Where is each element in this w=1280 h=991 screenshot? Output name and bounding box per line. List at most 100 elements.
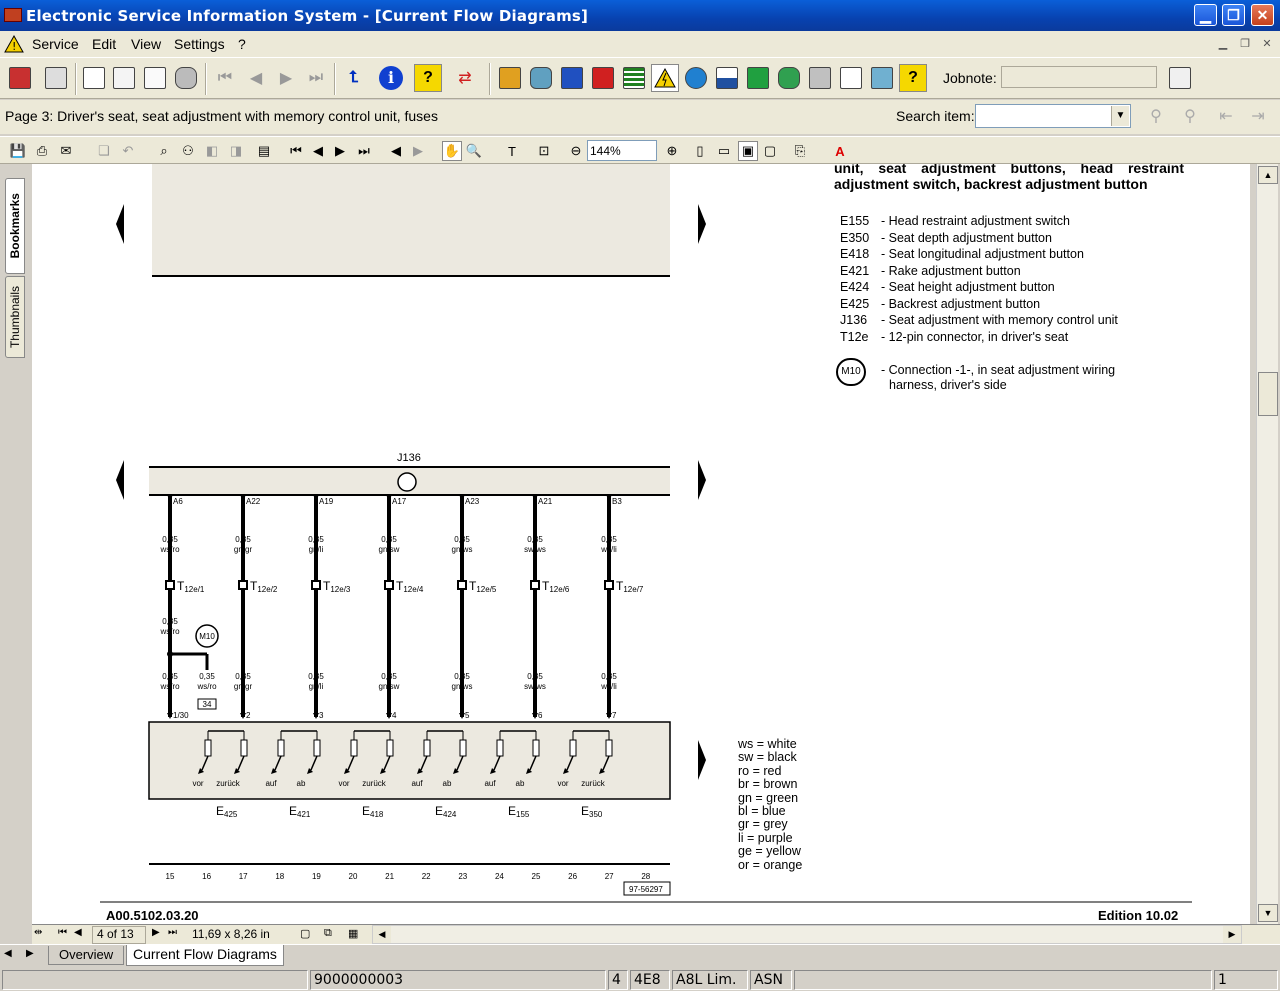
tab-overview[interactable]: Overview bbox=[48, 946, 125, 965]
zoom-out-icon[interactable]: ⊖ bbox=[566, 141, 586, 161]
checklist-icon[interactable] bbox=[837, 64, 865, 92]
maximize-button[interactable]: ❐ bbox=[1222, 4, 1245, 26]
scroll-down-icon[interactable]: ▼ bbox=[1258, 904, 1278, 922]
fit-visible-icon[interactable]: ▢ bbox=[760, 141, 780, 161]
facing-icon[interactable]: ▦ bbox=[348, 927, 358, 940]
mdi-minimize-icon[interactable]: ▁ bbox=[1214, 37, 1232, 51]
rotate-right-icon[interactable]: ◨ bbox=[226, 141, 246, 161]
search-prev-icon[interactable]: ⚲ bbox=[1142, 102, 1170, 130]
clipboard-icon[interactable] bbox=[1166, 64, 1194, 92]
adobe-icon[interactable]: A bbox=[830, 141, 850, 161]
find-icon[interactable]: ⌕ bbox=[154, 141, 174, 161]
diagram-next-arrow-icon[interactable] bbox=[698, 204, 706, 244]
continuous-icon[interactable]: ⧉ bbox=[324, 927, 332, 940]
pdf-last-page-icon[interactable]: ⏭ bbox=[354, 141, 374, 161]
print-icon[interactable] bbox=[42, 64, 70, 92]
print-small-icon[interactable]: ⎙ bbox=[32, 141, 52, 161]
vehicle-icon[interactable] bbox=[172, 64, 200, 92]
reflow-icon[interactable]: ⎘ bbox=[790, 141, 810, 161]
save-icon[interactable]: 💾 bbox=[8, 141, 28, 161]
tool-add-icon[interactable] bbox=[868, 64, 896, 92]
diagram-prev-arrow-2-icon[interactable] bbox=[116, 460, 124, 500]
collapse-icon[interactable]: ⇤ bbox=[1212, 102, 1240, 130]
expand-icon[interactable]: ⇥ bbox=[1244, 102, 1272, 130]
nav-prev-icon[interactable]: ◀ bbox=[74, 927, 82, 938]
menu-settings[interactable]: Settings bbox=[174, 36, 225, 52]
nav-last-icon[interactable]: ⏭ bbox=[168, 927, 177, 938]
scroll-up-icon[interactable]: ▲ bbox=[1258, 166, 1278, 184]
car-info-icon[interactable] bbox=[806, 64, 834, 92]
text-select-icon[interactable]: T bbox=[502, 141, 522, 161]
documents-icon[interactable] bbox=[110, 64, 138, 92]
menu-view[interactable]: View bbox=[131, 36, 161, 52]
binoculars-icon[interactable]: ⚇ bbox=[178, 141, 198, 161]
switch-icon[interactable]: ⇄ bbox=[451, 64, 479, 92]
list-document-icon[interactable] bbox=[141, 64, 169, 92]
current-flow-icon[interactable] bbox=[651, 64, 679, 92]
zoom-tool-icon[interactable]: 🔍 bbox=[464, 141, 484, 161]
mdi-restore-icon[interactable]: ❐ bbox=[1236, 37, 1254, 51]
mdi-close-icon[interactable]: ✕ bbox=[1258, 37, 1276, 51]
body-icon[interactable] bbox=[713, 64, 741, 92]
scroll-right-icon[interactable]: ▶ bbox=[1223, 926, 1241, 943]
page-indicator[interactable]: 4 of 13 bbox=[92, 926, 146, 944]
bookmarks-tab[interactable]: Bookmarks bbox=[5, 178, 25, 274]
nav-next-icon[interactable]: ▶ bbox=[152, 927, 160, 938]
email-icon[interactable]: ✉ bbox=[56, 141, 76, 161]
diagram-prev-arrow-icon[interactable] bbox=[116, 204, 124, 244]
first-page-icon[interactable]: ⏮ bbox=[211, 64, 239, 92]
zoom-in-icon[interactable]: ⊕ bbox=[662, 141, 682, 161]
pdf-previous-page-icon[interactable]: ◀ bbox=[308, 141, 328, 161]
help-icon[interactable]: ? bbox=[414, 64, 442, 92]
vertical-scrollbar[interactable]: ▲ ▼ bbox=[1256, 164, 1278, 924]
document-viewer[interactable]: J136 A6 0,35 ws/ro T12e/1 1/30 A22 0,35 gn/gr T1… bbox=[32, 164, 1250, 924]
next-page-icon[interactable]: ▶ bbox=[272, 64, 300, 92]
green-book-icon[interactable] bbox=[744, 64, 772, 92]
chevron-down-icon[interactable]: ▼ bbox=[1111, 106, 1129, 126]
exit-icon[interactable] bbox=[6, 64, 34, 92]
database-icon[interactable] bbox=[527, 64, 555, 92]
fit-width-icon[interactable]: ▣ bbox=[738, 141, 758, 161]
nav-first-icon[interactable]: ⏮ bbox=[58, 927, 67, 938]
scroll-toggle-icon[interactable]: ⇹ bbox=[34, 927, 42, 938]
pdf-next-page-icon[interactable]: ▶ bbox=[330, 141, 350, 161]
actual-size-icon[interactable]: ▯ bbox=[690, 141, 710, 161]
thumbnails-tab[interactable]: Thumbnails bbox=[5, 276, 25, 358]
wiring-list-icon[interactable] bbox=[620, 64, 648, 92]
minimize-button[interactable]: ▁ bbox=[1194, 4, 1217, 26]
close-button[interactable]: ✕ bbox=[1251, 4, 1274, 26]
hand-tool-icon[interactable]: ✋ bbox=[442, 141, 462, 161]
previous-page-icon[interactable]: ◀ bbox=[242, 64, 270, 92]
components-icon[interactable] bbox=[496, 64, 524, 92]
show-hide-nav-icon[interactable]: ▤ bbox=[254, 141, 274, 161]
last-page-icon[interactable]: ⏭ bbox=[302, 64, 330, 92]
horizontal-scrollbar[interactable]: ◀ ▶ bbox=[372, 925, 1242, 944]
fit-page-icon[interactable]: ▭ bbox=[714, 141, 734, 161]
snapshot-icon[interactable]: ⊡ bbox=[534, 141, 554, 161]
back-view-icon[interactable]: ◀ bbox=[386, 141, 406, 161]
copy-icon[interactable]: ❏ bbox=[94, 141, 114, 161]
car-green-icon[interactable] bbox=[775, 64, 803, 92]
new-document-icon[interactable] bbox=[80, 64, 108, 92]
diagram-next-arrow-2-icon[interactable] bbox=[698, 460, 706, 500]
forward-view-icon[interactable]: ▶ bbox=[408, 141, 428, 161]
jobnote-field[interactable] bbox=[1001, 66, 1157, 88]
globe-icon[interactable] bbox=[682, 64, 710, 92]
rotate-left-icon[interactable]: ◧ bbox=[202, 141, 222, 161]
pdf-first-page-icon[interactable]: ⏮ bbox=[286, 141, 306, 161]
search-item-select[interactable]: ▼ bbox=[975, 104, 1131, 128]
manual-blue-icon[interactable] bbox=[558, 64, 586, 92]
tabs-left-icon[interactable]: ◀ bbox=[4, 948, 12, 959]
scroll-left-icon[interactable]: ◀ bbox=[373, 926, 391, 943]
scroll-thumb[interactable] bbox=[1258, 372, 1278, 416]
undo-icon[interactable]: ↶ bbox=[118, 141, 138, 161]
info-icon[interactable]: i bbox=[377, 64, 405, 92]
tabs-right-icon[interactable]: ▶ bbox=[26, 948, 34, 959]
up-level-icon[interactable]: ⮤ bbox=[340, 64, 368, 92]
menu-edit[interactable]: Edit bbox=[92, 36, 116, 52]
manual-red-icon[interactable] bbox=[589, 64, 617, 92]
diagram-next-arrow-3-icon[interactable] bbox=[698, 740, 706, 780]
context-help-icon[interactable]: ? bbox=[899, 64, 927, 92]
zoom-field[interactable]: 144% bbox=[587, 140, 657, 161]
tab-current-flow-diagrams[interactable]: Current Flow Diagrams bbox=[126, 945, 284, 966]
